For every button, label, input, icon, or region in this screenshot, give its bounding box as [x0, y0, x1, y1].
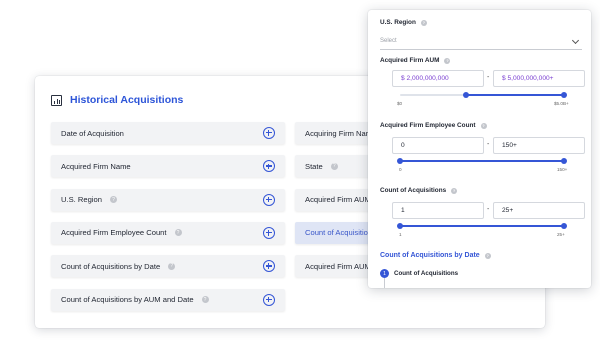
employee-label: Acquired Firm Employee Count?: [380, 122, 487, 129]
step-label: Count of Acquisitions: [394, 270, 459, 277]
aum-max-input[interactable]: $ 5,000,000,000+: [493, 70, 585, 87]
info-icon[interactable]: ?: [420, 19, 427, 26]
add-icon[interactable]: [263, 160, 275, 173]
count-max-input[interactable]: 25+: [493, 202, 585, 219]
field-label: Count of Acquisitions by AUM and Date: [61, 295, 194, 304]
section-count-by-date[interactable]: Count of Acquisitions by Date?: [380, 252, 491, 259]
range-dash: -: [487, 74, 490, 81]
slider-handle[interactable]: [397, 223, 403, 229]
info-icon[interactable]: ?: [168, 262, 176, 270]
aum-tick-max: $5.0B+: [554, 101, 569, 106]
employee-min-input[interactable]: 0: [392, 137, 484, 154]
employee-max-input[interactable]: 150+: [493, 137, 585, 154]
aum-min-input[interactable]: $ 2,000,000,000: [392, 70, 484, 87]
info-icon[interactable]: ?: [444, 57, 451, 64]
field-label: Acquiring Firm Nam: [305, 128, 373, 138]
range-dash: -: [487, 206, 490, 213]
info-icon[interactable]: ?: [330, 162, 338, 170]
card-title: Historical Acquisitions: [70, 94, 184, 106]
count-label: Count of Acquisitions?: [380, 187, 458, 194]
field-row[interactable]: Date of Acquisition: [51, 122, 285, 144]
step-number: 1: [380, 269, 389, 278]
info-icon[interactable]: ?: [451, 187, 458, 194]
slider-handle[interactable]: [561, 92, 567, 98]
field-label: State: [305, 161, 323, 171]
range-dash: -: [487, 141, 490, 148]
aum-tick-min: $0: [397, 101, 403, 106]
slider-handle[interactable]: [561, 223, 567, 229]
slider-fill: [400, 225, 564, 227]
field-row[interactable]: Acquired Firm Employee Count?: [51, 221, 285, 244]
count-min-input[interactable]: 1: [392, 202, 484, 219]
slider-handle[interactable]: [462, 92, 469, 98]
field-label: Acquired Firm AUM: [305, 195, 371, 205]
add-icon[interactable]: [263, 193, 275, 206]
card-header: Historical Acquisitions: [51, 94, 183, 106]
field-label: U.S. Region: [61, 195, 102, 205]
slider-fill: [400, 160, 564, 162]
field-row[interactable]: Acquired Firm Name: [51, 155, 285, 178]
field-label: Acquired Firm AUM: [305, 261, 371, 271]
add-icon[interactable]: [263, 226, 275, 239]
field-row[interactable]: Count of Acquisitions by Date?: [51, 255, 285, 278]
field-label: Date of Acquisition: [61, 128, 124, 138]
count-tick-max: 25+: [557, 232, 565, 237]
field-label: Acquired Firm Name: [61, 161, 131, 171]
slider-handle[interactable]: [561, 158, 567, 164]
field-row[interactable]: Count of Acquisitions by AUM and Date?: [51, 288, 285, 311]
info-icon[interactable]: ?: [201, 296, 209, 303]
employee-tick-max: 150+: [557, 167, 568, 172]
region-placeholder: Select: [380, 38, 397, 44]
add-icon[interactable]: [263, 293, 275, 306]
aum-label: Acquired Firm AUM?: [380, 57, 451, 64]
info-icon[interactable]: ?: [480, 122, 487, 129]
step-connector: [384, 278, 385, 288]
info-icon[interactable]: ?: [109, 196, 117, 204]
filter-panel: U.S. Region? Select Acquired Firm AUM? $…: [368, 10, 591, 288]
info-icon[interactable]: ?: [174, 229, 182, 237]
step-item[interactable]: 1 Count of Acquisitions: [380, 269, 458, 278]
region-select[interactable]: Select: [380, 36, 582, 50]
field-label: Count of Acquisitio: [305, 228, 368, 238]
bar-chart-icon: [51, 94, 62, 106]
employee-tick-min: 0: [399, 167, 402, 172]
info-icon[interactable]: ?: [484, 252, 491, 259]
field-row[interactable]: U.S. Region?: [51, 188, 285, 211]
count-tick-min: 1: [399, 232, 402, 237]
add-icon[interactable]: [263, 127, 275, 139]
slider-handle[interactable]: [397, 158, 403, 164]
slider-fill: [465, 94, 564, 96]
add-icon[interactable]: [263, 260, 275, 273]
field-label: Count of Acquisitions by Date: [61, 261, 161, 271]
region-label: U.S. Region?: [380, 19, 427, 26]
chevron-down-icon: [571, 36, 580, 45]
field-label: Acquired Firm Employee Count: [61, 228, 167, 238]
